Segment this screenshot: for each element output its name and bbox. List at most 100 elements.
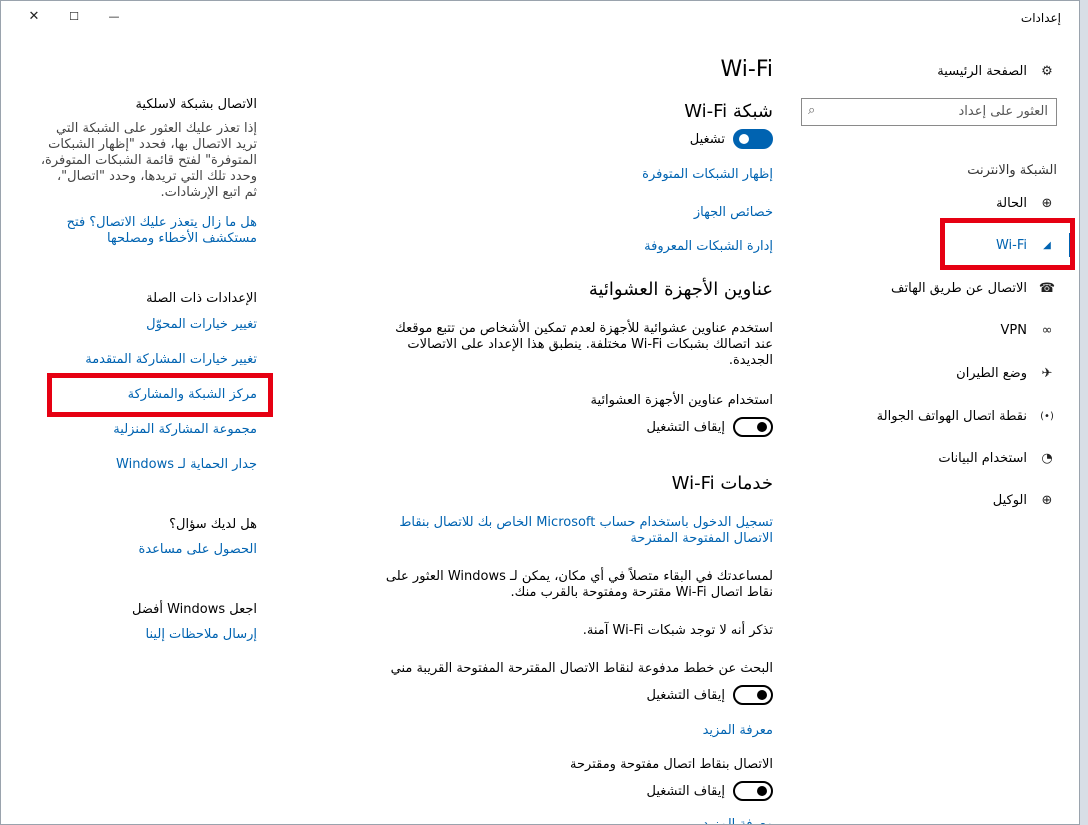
wifi-services-heading: خدمات Wi-Fi [671,473,773,494]
sidebar-item-dialup[interactable]: ☎ الاتصال عن طريق الهاتف [867,276,1057,300]
airplane-icon: ✈ [1041,365,1053,381]
settings-window: ✕ ☐ — إعدادات ⚙ الصفحة الرئيسية العثور ع… [0,0,1080,825]
minimize-button[interactable]: — [99,5,129,29]
sidebar-item-label: نقطة اتصال الهواتف الجوالة [876,408,1027,424]
sidebar-item-vpn[interactable]: ∞ VPN [922,318,1057,342]
desc-line: وحدد تلك التي تريدها، وحدد "اتصال"، [56,169,257,184]
random-addresses-title: استخدام عناوين الأجهزة العشوائية [590,393,773,408]
maximize-icon: ☐ [69,10,79,23]
related-settings-heading: الإعدادات ذات الصلة [146,291,257,306]
get-help-link[interactable]: الحصول على مساعدة [139,542,257,558]
sidebar-home[interactable]: ⚙ الصفحة الرئيسية [922,59,1057,83]
toggle-state-label: إيقاف التشغيل [646,687,725,703]
change-adapter-options-link[interactable]: تغيير خيارات المحوّل [146,317,257,333]
data-usage-icon: ◔ [1041,450,1053,466]
learn-more-link[interactable]: معرفة المزيد [703,723,773,739]
learn-more-link-2[interactable]: معرفة المزيد [703,817,773,824]
toggle-state-label: إيقاف التشغيل [646,783,725,799]
sidebar-item-label: الاتصال عن طريق الهاتف [891,280,1027,296]
wifi-toggle[interactable] [733,129,773,149]
send-feedback-link[interactable]: إرسال ملاحظات إلينا [146,627,257,643]
search-placeholder: العثور على إعداد [958,104,1048,119]
hotspot-help-text: لمساعدتك في البقاء متصلاً في أي مكان، يم… [353,569,773,601]
homegroup-link[interactable]: مجموعة المشاركة المنزلية [113,422,257,438]
connect-open-toggle[interactable] [733,781,773,801]
toggle-state-label: إيقاف التشغيل [646,419,725,435]
sidebar-item-label: استخدام البيانات [938,450,1027,466]
sidebar-home-label: الصفحة الرئيسية [937,63,1027,79]
random-addresses-toggle[interactable] [733,417,773,437]
sidebar-category: الشبكة والانترنت [967,163,1057,178]
link-line: الاتصال المفتوحة المقترحة [630,531,773,546]
make-windows-better-heading: اجعل Windows أفضل [131,602,257,617]
link-line: تسجيل الدخول باستخدام حساب Microsoft الخ… [399,515,773,530]
sidebar-item-data-usage[interactable]: ◔ استخدام البيانات [922,446,1057,470]
wireless-connection-heading: الاتصال بشبكة لاسلكية [135,97,257,112]
paid-plans-toggle[interactable] [733,685,773,705]
wifi-network-heading: شبكة Wi-Fi [684,101,773,122]
toggle-knob [739,134,749,144]
search-input[interactable]: العثور على إعداد ⌕ [801,98,1057,126]
microsoft-signin-link[interactable]: تسجيل الدخول باستخدام حساب Microsoft الخ… [353,515,773,547]
text-line: لمساعدتك في البقاء متصلاً في أي مكان، يم… [385,569,773,584]
window-title: إعدادات [1020,11,1061,25]
desc-line: إذا تعذر عليك العثور على الشبكة التي [56,121,257,136]
windows-firewall-link[interactable]: جدار الحماية لـ Windows [116,457,257,473]
sidebar-item-label: وضع الطيران [956,365,1027,381]
gear-icon: ⚙ [1041,63,1053,79]
close-icon: ✕ [28,9,40,24]
question-heading: هل لديك سؤال؟ [169,517,257,532]
desc-line: المتوفرة" لفتح قائمة الشبكات المتوفرة، [40,153,257,168]
vpn-icon: ∞ [1041,322,1053,338]
toggle-knob [757,786,767,796]
toggle-knob [757,690,767,700]
desc-line: الجديدة. [728,353,773,368]
security-note: تذكر أنه لا توجد شبكات Wi-Fi آمنة. [582,623,773,638]
proxy-globe-icon: ⊕ [1041,492,1053,508]
link-line: مستكشف الأخطاء ومصلحها [107,231,257,246]
connect-open-hotspots-title: الاتصال بنقاط اتصال مفتوحة ومقترحة [570,757,773,772]
desc-line: عند اتصالك بشبكات Wi-Fi مختلفة. ينطبق هذ… [407,337,773,352]
sidebar-item-label: الحالة [996,195,1027,211]
random-addresses-description: استخدم عناوين عشوائية للأجهزة لعدم تمكين… [353,321,773,369]
manage-known-networks-link[interactable]: إدارة الشبكات المعروفة [644,239,773,255]
paid-plans-title: البحث عن خطط مدفوعة لنقاط الاتصال المقتر… [390,661,773,676]
close-button[interactable]: ✕ [19,5,49,29]
desc-line: تريد الاتصال بها، فحدد "إظهار الشبكات [48,137,257,152]
toggle-knob [757,422,767,432]
globe-status-icon: ⊕ [1041,195,1053,211]
text-line: نقاط اتصال Wi-Fi مقترحة ومفتوحة بالقرب م… [510,585,773,600]
paid-plans-toggle-row: إيقاف التشغيل [646,685,773,705]
wifi-icon: ◢ [1043,239,1051,251]
dialup-icon: ☎ [1038,280,1056,296]
minimize-icon: — [108,10,120,23]
advanced-sharing-options-link[interactable]: تغيير خيارات المشاركة المتقدمة [85,352,257,368]
wireless-description: إذا تعذر عليك العثور على الشبكة التي تري… [17,121,257,201]
selection-indicator [1069,233,1073,257]
random-addresses-heading: عناوين الأجهزة العشوائية [588,279,773,300]
search-icon: ⌕ [808,103,816,118]
title-bar: ✕ ☐ — إعدادات [1,1,1079,35]
sidebar-item-wifi[interactable]: ◢ Wi-Fi [922,233,1057,257]
show-available-networks-link[interactable]: إظهار الشبكات المتوفرة [642,167,773,183]
sidebar-item-label: VPN [1000,322,1027,338]
maximize-button[interactable]: ☐ [59,5,89,29]
desc-line: استخدم عناوين عشوائية للأجهزة لعدم تمكين… [395,321,773,336]
desc-line: ثم اتبع الإرشادات. [160,185,257,200]
sidebar-item-proxy[interactable]: ⊕ الوكيل [922,488,1057,512]
wifi-toggle-label: تشغيل [689,131,725,147]
sidebar-item-airplane[interactable]: ✈ وضع الطيران [922,361,1057,385]
network-sharing-center-link[interactable]: مركز الشبكة والمشاركة [128,387,257,403]
hotspot-icon: (•) [1040,410,1054,422]
random-toggle-row: إيقاف التشغيل [646,417,773,437]
link-line: هل ما زال يتعذر عليك الاتصال؟ فتح [66,215,257,230]
troubleshooter-link[interactable]: هل ما زال يتعذر عليك الاتصال؟ فتح مستكشف… [17,215,257,247]
sidebar-item-label: Wi-Fi [995,237,1027,253]
wifi-toggle-row: تشغيل [690,129,773,149]
connect-open-toggle-row: إيقاف التشغيل [646,781,773,801]
sidebar-item-hotspot[interactable]: (•) نقطة اتصال الهواتف الجوالة [857,404,1057,428]
sidebar-item-status[interactable]: ⊕ الحالة [922,191,1057,215]
page-title: Wi-Fi [720,57,774,82]
sidebar-item-label: الوكيل [992,492,1027,508]
hardware-properties-link[interactable]: خصائص الجهاز [694,205,773,221]
